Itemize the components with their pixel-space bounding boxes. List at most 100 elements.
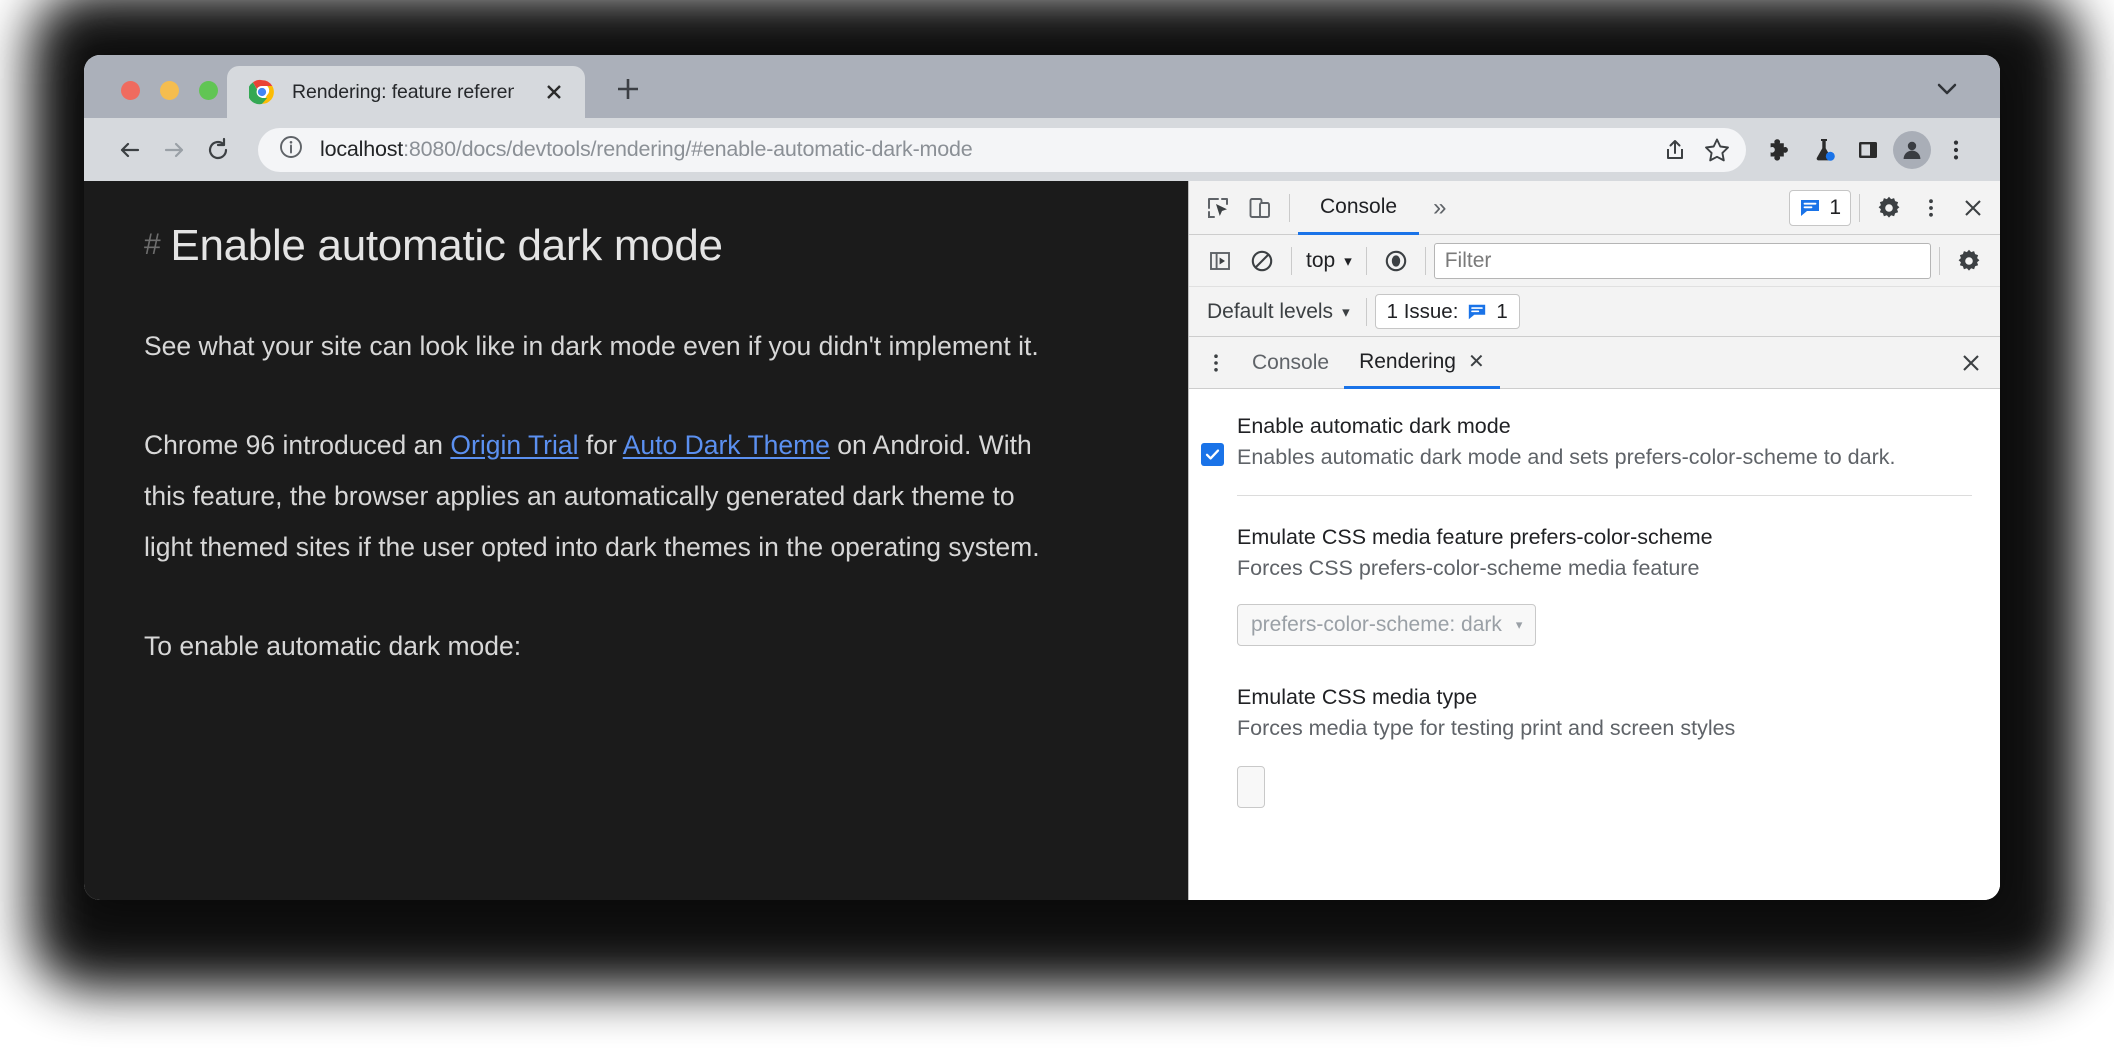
drawer-tab-rendering[interactable]: Rendering ✕ <box>1344 338 1500 389</box>
maximize-window-button[interactable] <box>199 81 218 100</box>
drawer-close-button[interactable] <box>1950 342 1992 384</box>
arrow-left-icon <box>120 142 140 157</box>
enable-automatic-dark-mode-checkbox[interactable] <box>1201 443 1224 466</box>
tab-title: Rendering: feature reference - <box>292 80 514 103</box>
console-levels-bar: Default levels ▾ 1 Issue: 1 <box>1189 287 2000 337</box>
execution-context-selector[interactable]: top ▾ <box>1300 249 1358 273</box>
three-dot-menu-icon <box>1214 353 1218 372</box>
divider <box>1939 246 1940 275</box>
setting-title: Emulate CSS media feature prefers-color-… <box>1237 525 1713 549</box>
live-expression-icon <box>1385 250 1406 271</box>
issues-badge[interactable]: 1 <box>1789 189 1851 226</box>
issue-counter[interactable]: 1 Issue: 1 <box>1374 294 1520 329</box>
drawer-tab-rendering-close-icon[interactable]: ✕ <box>1468 349 1485 374</box>
setting-description: Enables automatic dark mode and sets pre… <box>1237 445 1896 469</box>
share-icon <box>1667 139 1683 159</box>
divider <box>1365 246 1367 275</box>
drawer-more-button[interactable] <box>1195 342 1237 384</box>
console-settings-button[interactable] <box>1948 240 1990 282</box>
tab-search-button[interactable] <box>1930 72 1964 106</box>
experiments-button[interactable] <box>1802 128 1846 172</box>
console-filter-input[interactable] <box>1433 242 1931 279</box>
profile-button[interactable] <box>1893 130 1931 169</box>
device-toolbar-icon <box>1249 197 1270 218</box>
tab-console[interactable]: Console <box>1298 182 1420 235</box>
devtools-settings-button[interactable] <box>1868 187 1910 229</box>
setting-title: Emulate CSS media type <box>1237 685 1478 709</box>
three-dot-menu-icon <box>1953 140 1959 159</box>
paragraph-2-mid: for <box>578 430 623 460</box>
gear-icon <box>1958 249 1980 271</box>
puzzle-icon <box>1770 138 1788 161</box>
share-button[interactable] <box>1654 129 1696 171</box>
devtools-header: Console » 1 <box>1189 181 2000 235</box>
inspect-element-button[interactable] <box>1197 187 1239 229</box>
anchor-hash-icon[interactable]: # <box>144 228 161 261</box>
issue-counter-value: 1 <box>1496 299 1508 323</box>
css-media-type-select[interactable] <box>1237 766 1265 808</box>
origin-trial-link[interactable]: Origin Trial <box>450 430 578 460</box>
divider <box>1237 495 1972 496</box>
flask-icon <box>1816 138 1835 161</box>
paragraph-2: Chrome 96 introduced an Origin Trial for… <box>144 420 1044 573</box>
reload-icon <box>208 137 228 159</box>
three-dot-menu-icon <box>1929 198 1933 217</box>
url-path: :8080/docs/devtools/rendering/#enable-au… <box>403 137 973 161</box>
minimize-window-button[interactable] <box>160 81 179 100</box>
paragraph-3: To enable automatic dark mode: <box>144 631 522 661</box>
clear-console-icon <box>1251 250 1273 271</box>
setting-emulate-css-media-type: Emulate CSS media type Forces media type… <box>1189 682 2000 813</box>
tab-close-button[interactable] <box>541 79 567 105</box>
auto-dark-theme-link[interactable]: Auto Dark Theme <box>623 430 830 460</box>
close-window-button[interactable] <box>121 81 140 100</box>
gear-icon <box>1878 196 1900 218</box>
rendering-pane: Enable automatic dark mode Enables autom… <box>1189 389 2000 900</box>
prefers-color-scheme-value: prefers-color-scheme: dark <box>1251 613 1502 636</box>
device-toolbar-button[interactable] <box>1239 187 1281 229</box>
issue-icon <box>1469 304 1486 319</box>
setting-title: Enable automatic dark mode <box>1237 414 1511 438</box>
console-toolbar: top ▾ <box>1189 235 2000 287</box>
side-panel-button[interactable] <box>1846 128 1890 172</box>
drawer-tab-bar: Console Rendering ✕ <box>1189 337 2000 389</box>
chevron-down-icon: ▾ <box>1342 303 1350 321</box>
console-sidebar-button[interactable] <box>1199 240 1241 282</box>
live-expression-button[interactable] <box>1375 240 1417 282</box>
paragraph-2-pre: Chrome 96 introduced an <box>144 430 451 460</box>
prefers-color-scheme-select[interactable]: prefers-color-scheme: dark ▾ <box>1237 604 1537 646</box>
issues-count: 1 <box>1829 195 1841 219</box>
tab-console-label: Console <box>1320 194 1398 218</box>
browser-tab[interactable]: Rendering: feature reference - <box>227 66 585 118</box>
tab-strip: Rendering: feature reference - <box>84 55 2000 118</box>
forward-button[interactable] <box>152 128 196 172</box>
checkmark-icon <box>1205 449 1220 460</box>
extensions-button[interactable] <box>1758 128 1802 172</box>
divider <box>1289 193 1290 222</box>
devtools-close-button[interactable] <box>1952 187 1994 229</box>
back-button[interactable] <box>108 128 152 172</box>
devtools-more-button[interactable] <box>1910 187 1952 229</box>
divider <box>1365 297 1367 326</box>
execution-context-value: top <box>1306 248 1336 272</box>
address-bar[interactable]: localhost:8080/docs/devtools/rendering/#… <box>258 127 1746 172</box>
divider <box>1424 246 1426 275</box>
avatar-icon <box>1903 141 1921 159</box>
reload-button[interactable] <box>196 128 240 172</box>
setting-description: Forces media type for testing print and … <box>1237 716 1736 740</box>
site-info-icon[interactable] <box>278 134 304 165</box>
chevron-down-icon: ▾ <box>1515 617 1523 632</box>
url-text: localhost:8080/docs/devtools/rendering/#… <box>320 137 1654 162</box>
close-icon <box>1965 199 1981 216</box>
new-tab-button[interactable] <box>611 72 645 106</box>
page-title-text: Enable automatic dark mode <box>170 221 723 270</box>
devtools-more-tabs-button[interactable]: » <box>1419 194 1460 222</box>
bookmark-button[interactable] <box>1696 129 1738 171</box>
clear-console-button[interactable] <box>1241 240 1283 282</box>
issue-counter-label: 1 Issue: <box>1386 299 1459 323</box>
log-levels-selector[interactable]: Default levels ▾ <box>1199 300 1358 324</box>
browser-menu-button[interactable] <box>1934 128 1978 172</box>
close-icon <box>547 85 561 99</box>
browser-window: Rendering: feature reference - <box>84 55 2000 900</box>
log-levels-label: Default levels <box>1207 299 1334 323</box>
drawer-tab-console[interactable]: Console <box>1237 337 1344 388</box>
